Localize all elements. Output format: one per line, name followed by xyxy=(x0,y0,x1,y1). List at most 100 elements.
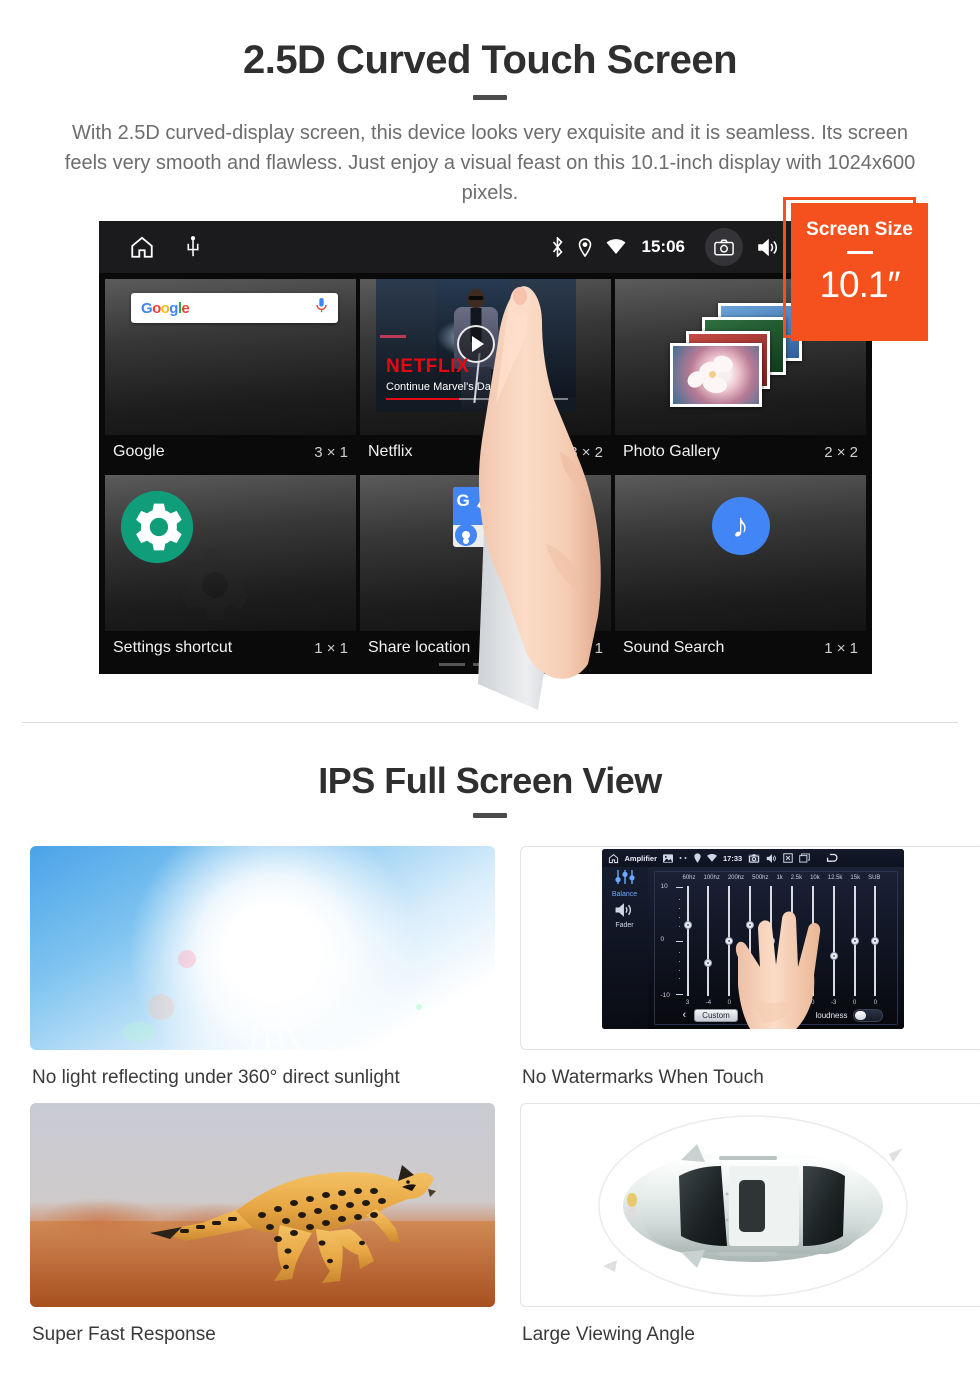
widget-cell-google[interactable]: Google Google 3 × 1 xyxy=(105,279,356,471)
widget-cell-sound-search[interactable]: ♪ Sound Search 1 × 1 xyxy=(615,475,866,667)
freq-label: 500hz xyxy=(752,875,769,881)
ips-card-watermarks: Amplifier 17:33 Balance Fader 60hz 100hz… xyxy=(490,840,980,1089)
eq-slider-100hz[interactable] xyxy=(703,886,713,996)
scale-mid: 0 xyxy=(660,935,665,943)
amplifier-clock: 17:33 xyxy=(723,853,743,863)
balance-label[interactable]: Balance xyxy=(602,891,648,898)
eq-value: 0 xyxy=(873,1000,878,1006)
microphone-icon[interactable] xyxy=(315,297,328,319)
page-dot[interactable] xyxy=(438,663,465,666)
eq-value: 3 xyxy=(685,1000,690,1006)
google-logo: Google xyxy=(141,299,190,317)
widget-name: Settings shortcut xyxy=(113,639,233,656)
section-1-description: With 2.5D curved-display screen, this de… xyxy=(64,122,916,204)
wifi-icon xyxy=(606,239,626,255)
google-search-widget[interactable]: Google xyxy=(105,279,356,435)
scale-top: 10 xyxy=(660,883,668,890)
widget-meta-photo-gallery: Photo Gallery 2 × 2 xyxy=(615,435,866,471)
recent-apps-icon[interactable] xyxy=(799,853,810,863)
title-underline-1 xyxy=(473,95,507,100)
equalizer-frequency-labels: 60hz 100hz 200hz 500hz 1k 2.5k 10k 12.5k… xyxy=(655,872,897,881)
scale-bottom: -10 xyxy=(660,992,670,999)
home-icon[interactable] xyxy=(129,234,155,260)
amplifier-equalizer-screenshot: Amplifier 17:33 Balance Fader 60hz 100hz… xyxy=(520,846,980,1050)
back-arrow-icon[interactable] xyxy=(826,853,840,863)
eq-slider-15k[interactable] xyxy=(850,886,860,996)
bluetooth-icon xyxy=(551,237,564,257)
widget-meta-netflix: Netflix 3 × 2 xyxy=(360,435,611,471)
freq-label: 15k xyxy=(850,875,861,881)
card-caption: Large Viewing Angle xyxy=(522,1324,695,1345)
settings-gear-widget[interactable] xyxy=(105,475,356,631)
freq-label: 100hz xyxy=(703,875,720,881)
badge-value: 10.1″ xyxy=(819,264,900,305)
more-dots-icon[interactable] xyxy=(679,856,688,860)
widget-name: Google xyxy=(113,443,165,460)
freq-label: 12.5k xyxy=(827,875,843,881)
widget-meta-google: Google 3 × 1 xyxy=(105,435,356,471)
title-underline-2 xyxy=(473,813,507,818)
car-top-view-diagram xyxy=(520,1103,980,1307)
sound-search-widget[interactable]: ♪ xyxy=(615,475,866,631)
widget-size: 3 × 2 xyxy=(569,443,603,461)
widget-cell-settings-shortcut[interactable]: Settings shortcut 1 × 1 xyxy=(105,475,356,667)
home-icon[interactable] xyxy=(608,853,619,864)
eq-slider-60hz[interactable] xyxy=(683,886,693,996)
widget-meta-sound-search: Sound Search 1 × 1 xyxy=(615,631,866,667)
fader-label[interactable]: Fader xyxy=(602,922,648,929)
google-maps-widget[interactable]: G xyxy=(360,475,611,631)
widget-cell-share-location[interactable]: G Share location 1 × 1 xyxy=(360,475,611,667)
widget-cell-netflix[interactable]: NETFLIX Continue Marvel's Daredevil Netf… xyxy=(360,279,611,471)
netflix-progress-track xyxy=(386,398,568,400)
wifi-icon xyxy=(707,854,718,862)
freq-label: 2.5k xyxy=(790,875,803,881)
widget-meta-share-location: Share location 1 × 1 xyxy=(360,631,611,667)
tablet-screenshot: 15:06 Google Google 3 × 1 NETFLIX Contin… xyxy=(99,221,872,674)
widget-size: 2 × 2 xyxy=(824,443,858,461)
ips-card-sunlight: No light reflecting under 360° direct su… xyxy=(0,840,495,1089)
usb-icon[interactable] xyxy=(185,236,201,258)
section-divider xyxy=(22,722,958,723)
freq-label: 1k xyxy=(776,875,783,881)
widget-picker-grid: Google Google 3 × 1 NETFLIX Continue Mar… xyxy=(99,273,872,667)
status-clock: 15:06 xyxy=(641,237,685,256)
section-2-title: IPS Full Screen View xyxy=(318,760,662,801)
widget-size: 1 × 1 xyxy=(824,639,858,657)
netflix-thumbnail-art: NETFLIX Continue Marvel's Daredevil xyxy=(376,279,576,412)
card-caption: Super Fast Response xyxy=(32,1324,216,1345)
gear-icon xyxy=(119,489,195,570)
loudness-toggle[interactable] xyxy=(852,1008,883,1022)
screen-size-badge: Screen Size 10.1″ xyxy=(791,203,928,341)
widget-size: 1 × 1 xyxy=(569,639,603,657)
widget-size: 1 × 1 xyxy=(314,639,348,657)
widget-name: Photo Gallery xyxy=(623,443,720,460)
section-1-title: 2.5D Curved Touch Screen xyxy=(242,38,738,82)
amplifier-title: Amplifier xyxy=(624,853,658,863)
netflix-widget[interactable]: NETFLIX Continue Marvel's Daredevil xyxy=(360,279,611,435)
widget-name: Netflix xyxy=(368,443,413,460)
freq-label: 60hz xyxy=(682,875,696,881)
widget-meta-settings: Settings shortcut 1 × 1 xyxy=(105,631,356,667)
speaker-icon[interactable] xyxy=(602,903,648,922)
widget-name: Share location xyxy=(368,639,471,656)
close-box-icon[interactable] xyxy=(783,853,793,863)
amplifier-device: Amplifier 17:33 Balance Fader 60hz 100hz… xyxy=(601,849,904,1029)
freq-label: 10k xyxy=(810,875,820,881)
badge-title: Screen Size xyxy=(806,219,913,240)
page-dot-active[interactable] xyxy=(506,663,533,666)
google-search-bar[interactable]: Google xyxy=(131,293,338,323)
amplifier-side-tabs: Balance Fader xyxy=(601,867,648,1029)
volume-icon[interactable] xyxy=(766,853,777,863)
camera-icon[interactable] xyxy=(748,853,761,863)
sunny-sky-photo xyxy=(30,846,495,1050)
maps-icon: G xyxy=(452,487,519,547)
camera-icon[interactable] xyxy=(705,228,743,266)
back-chevron-icon[interactable]: ‹ xyxy=(683,1009,687,1021)
page-dot[interactable] xyxy=(472,663,499,666)
sliders-icon[interactable] xyxy=(602,870,648,889)
page-indicator[interactable] xyxy=(99,663,872,666)
amplifier-status-bar: Amplifier 17:33 xyxy=(601,849,904,867)
eq-slider-sub[interactable] xyxy=(870,886,880,996)
image-icon[interactable] xyxy=(663,853,674,863)
volume-icon[interactable] xyxy=(757,238,779,257)
